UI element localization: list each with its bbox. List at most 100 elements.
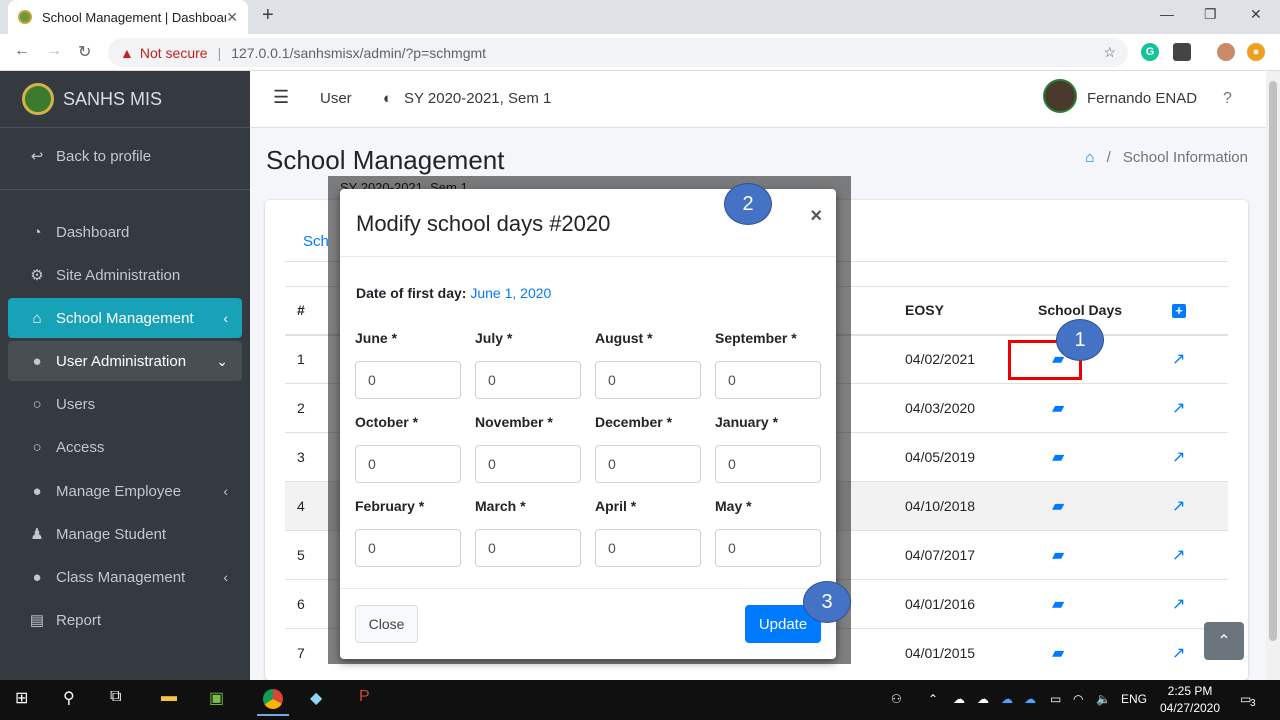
extension-orange-icon[interactable]: ●: [1247, 43, 1265, 61]
extension-box-icon[interactable]: [1173, 43, 1191, 61]
hamburger-menu-icon[interactable]: ☰: [273, 87, 289, 108]
close-button[interactable]: Close: [355, 605, 418, 643]
cell-eosy: 04/01/2015: [905, 628, 1038, 678]
windows-start-icon[interactable]: ⊞: [15, 688, 28, 708]
folder-open-icon[interactable]: ▰: [1052, 400, 1064, 417]
modal-close-icon[interactable]: ×: [810, 205, 822, 228]
minimize-icon[interactable]: —: [1160, 6, 1174, 22]
october-input[interactable]: 0: [355, 445, 461, 483]
chevron-left-icon: ‹: [223, 310, 228, 326]
sidebar-item-users[interactable]: ○ Users: [8, 384, 242, 424]
browser-tabstrip: School Management | Dashboard ✕ + — ❐ ✕: [0, 0, 1280, 34]
march-input[interactable]: 0: [475, 529, 581, 567]
external-link-icon[interactable]: ↗: [1172, 351, 1185, 368]
external-link-icon[interactable]: ↗: [1172, 547, 1185, 564]
february-input[interactable]: 0: [355, 529, 461, 567]
cloud-upload-icon[interactable]: ☁: [953, 692, 965, 706]
task-view-icon[interactable]: ⧉: [110, 688, 121, 706]
sidebar-item-class-management[interactable]: ● Class Management ‹: [8, 557, 242, 597]
sidebar-item-manage-employee[interactable]: ● Manage Employee ‹: [8, 471, 242, 511]
external-link-icon[interactable]: ↗: [1172, 449, 1185, 466]
field-label: April *: [595, 498, 637, 514]
grammarly-extension-icon[interactable]: G: [1141, 43, 1159, 61]
add-icon[interactable]: +: [1172, 304, 1186, 319]
july-input[interactable]: 0: [475, 361, 581, 399]
chevron-up-icon[interactable]: ⌃: [928, 692, 938, 706]
toggle-icon[interactable]: ◐: [383, 90, 392, 107]
sidebar-item-site-administration[interactable]: ⚙ Site Administration: [8, 255, 242, 295]
sidebar-item-report[interactable]: ▤ Report: [8, 600, 242, 640]
back-arrow-icon: ↩: [30, 148, 44, 165]
sidebar-item-school-management[interactable]: ⌂ School Management ‹: [8, 298, 242, 338]
sidebar-item-label: Manage Student: [56, 525, 167, 543]
november-input[interactable]: 0: [475, 445, 581, 483]
app-icon[interactable]: ◆: [310, 688, 322, 708]
sidebar-item-dashboard[interactable]: ◔ Dashboard: [8, 212, 242, 252]
scrollbar-thumb[interactable]: [1269, 81, 1277, 641]
external-link-icon[interactable]: ↗: [1172, 645, 1185, 662]
bookmark-star-icon[interactable]: ☆: [1103, 44, 1116, 61]
field-september: September * 0: [715, 330, 821, 399]
file-explorer-icon[interactable]: ▬: [161, 688, 177, 706]
user-icon: ●: [32, 482, 42, 500]
browser-tab[interactable]: School Management | Dashboard ✕: [8, 0, 248, 34]
home-icon[interactable]: ⌂: [1085, 149, 1094, 166]
tab-school-info[interactable]: Sch: [303, 233, 329, 250]
august-input[interactable]: 0: [595, 361, 701, 399]
clock[interactable]: 2:25 PM 04/27/2020: [1150, 683, 1230, 717]
page-scrollbar[interactable]: [1266, 71, 1280, 680]
language-indicator[interactable]: ENG: [1121, 692, 1147, 706]
folder-open-icon[interactable]: ▰: [1052, 449, 1064, 466]
scroll-to-top-button[interactable]: ⌃: [1204, 622, 1244, 660]
forward-icon[interactable]: →: [46, 42, 62, 60]
chrome-icon[interactable]: [257, 684, 289, 716]
folder-open-icon[interactable]: ▰: [1052, 645, 1064, 662]
volume-icon[interactable]: 🔈: [1096, 692, 1111, 706]
external-link-icon[interactable]: ↗: [1172, 596, 1185, 613]
may-input[interactable]: 0: [715, 529, 821, 567]
notepad-icon[interactable]: ▣: [209, 688, 224, 708]
june-input[interactable]: 0: [355, 361, 461, 399]
tab-close-icon[interactable]: ✕: [226, 9, 238, 26]
folder-open-icon[interactable]: ▰: [1052, 498, 1064, 515]
april-input[interactable]: 0: [595, 529, 701, 567]
people-icon[interactable]: ⚇: [891, 692, 902, 706]
school-logo-icon: [22, 83, 54, 115]
back-icon[interactable]: ←: [14, 42, 30, 60]
user-icon: ●: [32, 352, 42, 370]
cogs-icon: ⚙: [30, 267, 44, 284]
school-year-label[interactable]: SY 2020-2021, Sem 1: [404, 90, 551, 107]
restore-icon[interactable]: ❐: [1204, 6, 1217, 23]
reload-icon[interactable]: ↻: [78, 42, 91, 62]
folder-open-icon[interactable]: ▰: [1052, 547, 1064, 564]
cloud-upload-icon[interactable]: ☁: [977, 692, 989, 706]
file-icon: ▤: [29, 612, 45, 629]
search-icon[interactable]: ⚲: [63, 688, 75, 708]
nav-user-link[interactable]: User: [320, 90, 352, 107]
external-link-icon[interactable]: ↗: [1172, 400, 1185, 417]
profile-avatar-icon[interactable]: [1217, 43, 1235, 61]
user-name[interactable]: Fernando ENAD: [1087, 90, 1197, 107]
help-icon[interactable]: ?: [1223, 90, 1232, 108]
onedrive-icon[interactable]: ☁: [1001, 692, 1013, 706]
january-input[interactable]: 0: [715, 445, 821, 483]
user-avatar[interactable]: [1043, 79, 1077, 113]
sidebar-item-back-to-profile[interactable]: ↩ Back to profile: [8, 136, 242, 176]
powerpoint-icon[interactable]: P: [359, 688, 370, 706]
address-bar[interactable]: ▲ Not secure | 127.0.0.1/sanhsmisx/admin…: [108, 38, 1128, 67]
brand[interactable]: SANHS MIS: [0, 71, 250, 128]
url-text: 127.0.0.1/sanhsmisx/admin/?p=schmgmt: [231, 44, 487, 61]
window-close-icon[interactable]: ✕: [1250, 6, 1262, 23]
sidebar-item-user-administration[interactable]: ● User Administration ⌄: [8, 341, 242, 381]
field-november: November * 0: [475, 414, 581, 483]
new-tab-button[interactable]: +: [262, 4, 274, 27]
external-link-icon[interactable]: ↗: [1172, 498, 1185, 515]
onedrive-icon[interactable]: ☁: [1024, 692, 1036, 706]
september-input[interactable]: 0: [715, 361, 821, 399]
sidebar-item-manage-student[interactable]: ♟ Manage Student: [8, 514, 242, 554]
folder-open-icon[interactable]: ▰: [1052, 596, 1064, 613]
battery-icon[interactable]: ▭: [1050, 692, 1061, 706]
december-input[interactable]: 0: [595, 445, 701, 483]
sidebar-item-access[interactable]: ○ Access: [8, 427, 242, 467]
wifi-icon[interactable]: ◠: [1073, 692, 1083, 706]
